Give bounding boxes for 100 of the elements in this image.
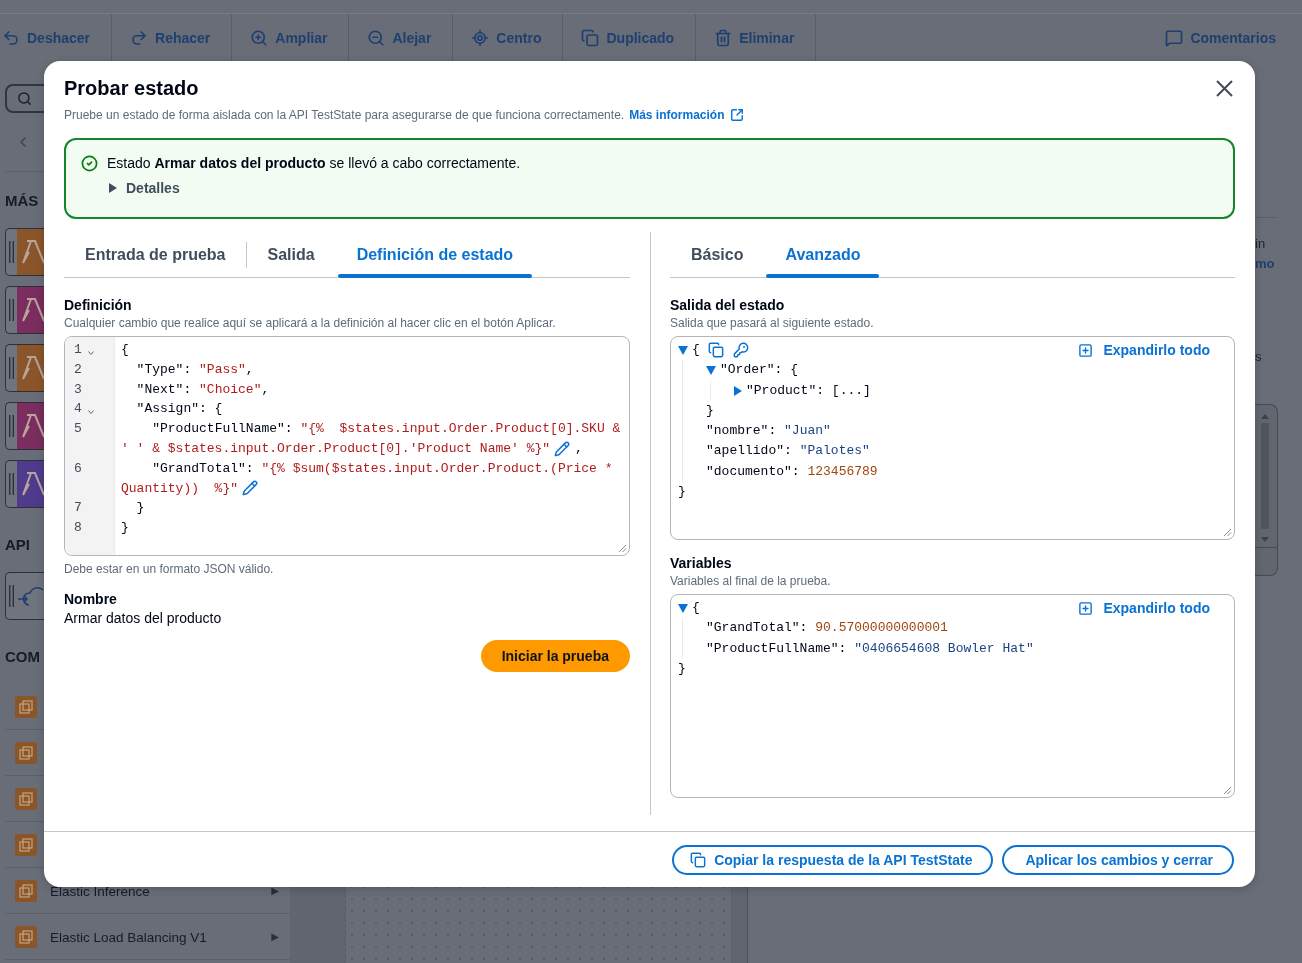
caret-right-icon[interactable] — [734, 385, 742, 396]
field-description: Cualquier cambio que realice aquí se aplicará a la definición al hacer clic en el botón Aplicar. — [64, 315, 556, 331]
panel-link[interactable]: mo — [1252, 256, 1275, 272]
line-number: 6 — [74, 459, 82, 478]
pencil-icon[interactable] — [554, 440, 571, 457]
tab[interactable]: Definición de estado — [335, 232, 535, 277]
tab[interactable]: Avanzado — [764, 232, 882, 277]
code-text: "ProductFullName": "{% $states.input.Order.Product[0].SKU & — [152, 420, 621, 439]
json-entry: "nombre": "Juan" — [706, 422, 831, 441]
toolbar-button[interactable]: Comentarios — [1147, 14, 1302, 61]
line-number: 4 — [74, 400, 82, 419]
zoom-in-icon — [250, 28, 269, 47]
code-text: "Type": "Pass", — [136, 360, 254, 379]
expand-all-link[interactable]: Expandirlo todo — [1078, 340, 1210, 361]
json-entry: "ProductFullName": "0406654608 Bowler Hat" — [706, 639, 1034, 658]
code-text: ' ' & $states.input.Order.Product[0].'Product Name' %}" — [121, 440, 551, 458]
json-entry: "documento": 123456789 — [706, 462, 878, 481]
service-tile[interactable] — [5, 228, 46, 276]
service-icon — [15, 833, 37, 856]
code-text: { — [121, 341, 129, 359]
trash-icon — [714, 28, 733, 47]
code-text: Quantity)) %}" — [121, 479, 239, 498]
caret-down-icon[interactable] — [678, 603, 688, 613]
field-description: Salida que pasará al siguiente estado. — [670, 315, 874, 331]
json-brace: } — [678, 483, 686, 502]
copy-icon — [581, 28, 600, 47]
code-text: } — [136, 499, 145, 518]
service-icon — [15, 925, 37, 948]
copy-icon[interactable] — [707, 342, 724, 359]
undo-icon — [2, 28, 20, 47]
tab[interactable]: Básico — [670, 232, 765, 277]
search-icon — [17, 91, 32, 106]
json-entry: "GrandTotal": 90.57000000000001 — [706, 619, 948, 638]
caret-down-icon[interactable] — [706, 365, 716, 375]
drag-handle-icon[interactable] — [9, 415, 14, 437]
code-text: "GrandTotal": "{% $sum($states.input.Order.Product.(Price * — [152, 459, 613, 478]
close-icon[interactable] — [1216, 80, 1233, 97]
resize-handle-icon[interactable] — [618, 544, 627, 553]
cloud-icon — [17, 585, 43, 607]
code-text: "Assign": { — [136, 400, 223, 419]
dialog-title: Probar estado — [64, 76, 199, 101]
panel-text: in — [1254, 236, 1266, 252]
apply-button[interactable]: Aplicar los cambios y cerrar — [1002, 845, 1234, 875]
service-icon — [15, 787, 37, 810]
section-heading: MÁS — [5, 191, 39, 211]
field-description: Variables al final de la prueba. — [670, 573, 831, 589]
zoom-out-icon — [367, 28, 386, 47]
crosshair-icon — [471, 28, 490, 47]
field-label: Salida del estado — [670, 296, 785, 314]
code-editor[interactable] — [64, 336, 630, 556]
drag-handle-icon[interactable] — [9, 299, 14, 321]
line-number: 1 — [74, 341, 82, 359]
json-entry: "Product": [...] — [746, 381, 871, 400]
more-info-link[interactable]: Más información — [629, 107, 744, 123]
resize-handle-icon[interactable] — [1223, 786, 1232, 795]
resize-handle-icon[interactable] — [1223, 528, 1232, 537]
code-text: , — [575, 440, 583, 458]
tab[interactable]: Salida — [246, 232, 336, 277]
drag-handle-icon[interactable] — [9, 357, 14, 379]
json-brace: { — [692, 341, 700, 359]
service-tile[interactable] — [5, 402, 46, 450]
expand-arrow[interactable]: ▶ — [271, 931, 279, 942]
service-tile[interactable] — [5, 286, 46, 334]
service-list-item[interactable]: Elastic Load Balancing V1 ▶ — [5, 914, 290, 960]
details-toggle[interactable]: Detalles — [109, 179, 180, 197]
caret-down-icon[interactable] — [678, 345, 688, 355]
field-value: Armar datos del producto — [64, 609, 222, 628]
chevron-down-icon[interactable] — [87, 410, 94, 415]
field-label: Definición — [64, 296, 132, 314]
drag-handle-icon[interactable] — [9, 473, 14, 495]
panel-text: s — [1254, 349, 1262, 365]
line-number: 5 — [74, 420, 82, 439]
service-tile[interactable] — [5, 572, 46, 620]
plus-square-icon — [1078, 600, 1094, 616]
key-icon[interactable] — [732, 342, 749, 359]
chevron-down-icon[interactable] — [87, 350, 94, 355]
json-entry: "apellido": "Palotes" — [706, 442, 870, 461]
drag-handle-icon[interactable] — [9, 241, 14, 263]
check-circle-icon — [81, 154, 98, 172]
pencil-icon[interactable] — [242, 480, 259, 497]
line-number: 7 — [74, 499, 82, 518]
copy-response-button[interactable]: Copiar la respuesta de la API TestState — [672, 845, 994, 875]
start-test-button[interactable]: Iniciar la prueba — [480, 640, 630, 672]
json-brace: } — [706, 401, 714, 420]
expand-all-link[interactable]: Expandirlo todo — [1078, 598, 1210, 619]
tab[interactable]: Entrada de prueba — [64, 232, 247, 277]
service-icon — [15, 695, 37, 718]
service-tile[interactable] — [5, 344, 46, 392]
line-number: 8 — [74, 519, 82, 538]
expand-arrow[interactable]: ▶ — [271, 885, 279, 896]
field-label: Nombre — [64, 590, 117, 608]
service-tile[interactable] — [5, 460, 46, 508]
alert-message: Estado Armar datos del producto se llevó a cabo correctamente. — [107, 154, 521, 172]
drag-handle-icon[interactable] — [9, 585, 14, 607]
dialog-description: Pruebe un estado de forma aislada con la API TestState para asegurarse de que funciona correctamente. — [64, 107, 625, 123]
service-icon — [15, 879, 37, 902]
json-brace: { — [692, 599, 700, 617]
line-number: 3 — [74, 380, 82, 399]
plus-square-icon — [1078, 342, 1094, 358]
line-number: 2 — [74, 360, 82, 379]
